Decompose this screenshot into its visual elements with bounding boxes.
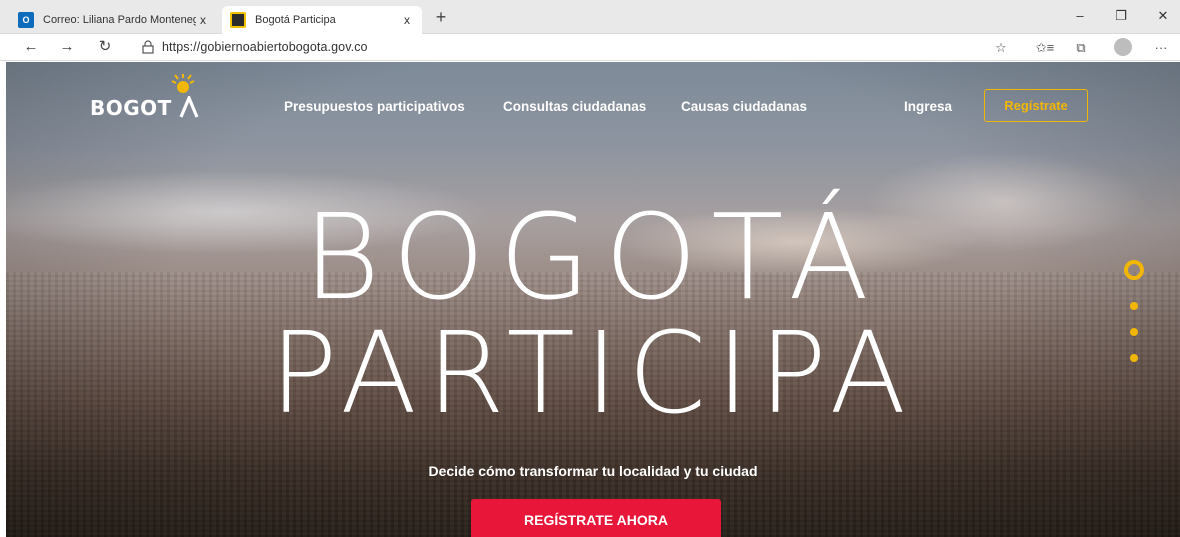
bogota-logo[interactable]: BOGOT (90, 93, 199, 120)
close-window-button[interactable]: ✕ (1148, 8, 1178, 24)
favorites-icon[interactable]: ✩≡ (1034, 38, 1056, 58)
collections-icon[interactable]: ⧉ (1070, 38, 1092, 58)
logo-text: BOGOT (90, 96, 172, 120)
hero-title-line1: BOGOTÁ (302, 188, 884, 326)
slider-dot[interactable] (1130, 302, 1138, 310)
slider-dot-active[interactable] (1124, 260, 1144, 280)
back-button[interactable]: ← (20, 38, 42, 58)
close-icon[interactable]: x (196, 13, 210, 27)
login-link[interactable]: Ingresa (904, 99, 952, 114)
slider-dot[interactable] (1130, 328, 1138, 336)
browser-tab-bar: O Correo: Liliana Pardo Montenegr x Bogo… (0, 0, 1180, 34)
more-menu-icon[interactable]: ··· (1150, 38, 1172, 58)
register-now-button[interactable]: REGÍSTRATE AHORA (471, 499, 721, 537)
hero-tagline: Decide cómo transformar tu localidad y t… (428, 463, 758, 479)
new-tab-button[interactable]: + (430, 7, 452, 29)
address-bar: ← → ↻ https://gobiernoabiertobogota.gov.… (0, 34, 1180, 61)
sun-icon (171, 74, 195, 93)
outlook-icon: O (18, 12, 34, 28)
slider-dot[interactable] (1130, 354, 1138, 362)
register-button[interactable]: Regístrate (984, 89, 1088, 122)
bogota-participa-icon (230, 12, 246, 28)
nav-causas-ciudadanas[interactable]: Causas ciudadanas (681, 99, 807, 114)
refresh-button[interactable]: ↻ (94, 38, 116, 58)
profile-avatar[interactable] (1114, 38, 1132, 56)
tab-title: Bogotá Participa (255, 14, 336, 26)
nav-consultas-ciudadanas[interactable]: Consultas ciudadanas (503, 99, 646, 114)
tab-correo[interactable]: O Correo: Liliana Pardo Montenegr x (10, 6, 218, 34)
favorite-star-icon[interactable]: ☆ (990, 38, 1012, 58)
nav-presupuestos-participativos[interactable]: Presupuestos participativos (284, 99, 465, 114)
tab-title: Correo: Liliana Pardo Montenegr (43, 14, 196, 26)
hero-title-line2: PARTICIPA (269, 309, 917, 439)
url-field[interactable]: https://gobiernoabiertobogota.gov.co (162, 40, 368, 54)
lock-icon (142, 40, 154, 54)
restore-button[interactable]: ❐ (1106, 8, 1136, 24)
logo-lambda-mark (179, 93, 199, 118)
close-icon[interactable]: x (400, 13, 414, 27)
tab-bogota-participa[interactable]: Bogotá Participa x (222, 6, 422, 34)
minimize-button[interactable]: – (1065, 8, 1095, 23)
hero-section: BOGOT Presupuestos participativos Consul… (6, 62, 1180, 537)
forward-button[interactable]: → (56, 38, 78, 58)
slider-pagination (1123, 260, 1147, 370)
